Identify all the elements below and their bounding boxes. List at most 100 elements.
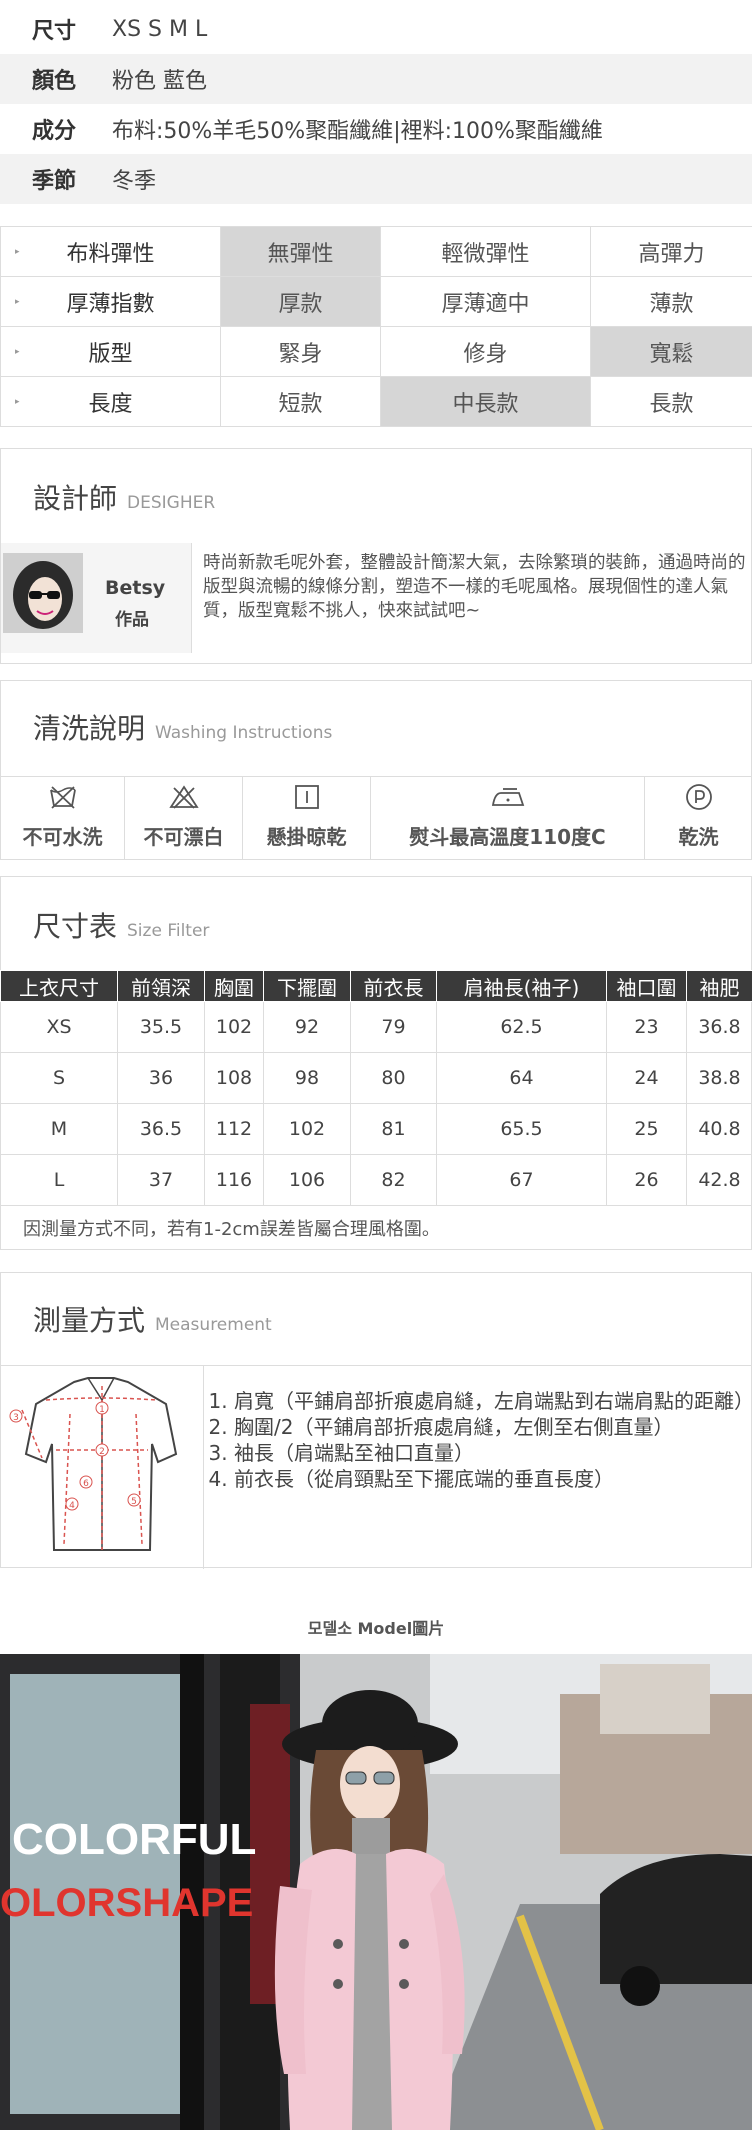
attr-key: 成分 [32,119,77,144]
designer-tag: 作品 [115,610,149,630]
table-cell: 36 [117,1052,205,1104]
feature-option: 高彈力 [590,226,752,277]
table-cell: 40.8 [686,1103,752,1155]
measurement-diagram: 1 2 3 4 5 6 [9,1377,178,1551]
feature-label: ▸ 長度 [0,376,221,427]
designer-section: 設計師 DESIGHER Betsy 作品 時尚新款毛呢外套，整體設計簡潔大氣，去… [0,448,752,664]
table-cell: 82 [350,1154,437,1206]
feature-option: 修身 [380,326,591,377]
attr-value: XS S M L [112,16,208,42]
feature-row-thickness: ▸ 厚薄指數 厚款 厚薄適中 薄款 [0,276,752,327]
feature-row-elasticity: ▸ 布料彈性 無彈性 輕微彈性 高彈力 [0,226,752,277]
list-item: 肩寬（平鋪肩部折痕處肩縫，左肩端點到右端肩點的距離） [234,1388,752,1414]
washing-icons-table: 不可水洗 不可漂白 懸掛晾乾 熨斗最高溫度110度C 乾洗 [0,776,752,860]
section-title: 測量方式 Measurement [33,1304,272,1337]
attr-row-season: 季節 冬季 [0,154,752,204]
diagram-marker-label: 6 [83,1479,89,1489]
designer-name: Betsy [105,577,166,599]
section-subtitle: Washing Instructions [155,723,333,743]
section-title: 尺寸表 Size Filter [33,910,210,943]
iron-icon [491,788,524,806]
section-subtitle: Size Filter [127,921,210,941]
table-cell: 102 [204,1001,264,1053]
bullet-arrow-icon: ▸ [15,347,20,357]
wash-label: 懸掛晾乾 [266,825,347,849]
section-subtitle: Measurement [155,1315,272,1335]
feature-option: 寬鬆 [590,326,752,377]
table-cell: 106 [263,1154,351,1206]
column-header: 肩袖長(袖子) [436,970,607,1002]
table-cell: 26 [606,1154,687,1206]
attr-row-material: 成分 布料:50%羊毛50%聚酯纖維|裡料:100%聚酯纖維 [0,104,752,154]
attr-row-color: 顏色 粉色 藍色 [0,54,752,104]
attr-value: 冬季 [112,169,157,194]
designer-avatar [3,553,83,633]
table-cell: 42.8 [686,1154,752,1206]
size-header-row: 上衣尺寸 前領深 胸圍 下擺圍 前衣長 肩袖長(袖子) 袖口圍 袖肥 [0,970,752,1002]
attr-key: 尺寸 [32,19,77,44]
feature-row-length: ▸ 長度 短款 中長款 長款 [0,376,752,427]
diagram-marker-label: 2 [99,1447,105,1457]
model-photo: COLORFUL OLORSHAPE [0,1654,752,2130]
table-row: XS 35.5 102 92 79 62.5 23 36.8 [0,1001,752,1053]
no-wash-icon [49,786,76,809]
attr-key: 顏色 [32,69,77,94]
table-cell: 36.8 [686,1001,752,1053]
table-cell: 62.5 [436,1001,607,1053]
wash-item: 懸掛晾乾 [242,776,371,860]
section-title: 清洗說明 Washing Instructions [33,712,333,745]
table-cell: 80 [350,1052,437,1104]
table-cell: 38.8 [686,1052,752,1104]
feature-option: 厚薄適中 [380,276,591,327]
feature-label: ▸ 厚薄指數 [0,276,221,327]
measurement-list: 肩寬（平鋪肩部折痕處肩縫，左肩端點到右端肩點的距離） 胸圍/2（平鋪肩部折痕處肩… [208,1388,752,1492]
bullet-arrow-icon: ▸ [15,297,20,307]
table-cell: 116 [204,1154,264,1206]
wash-item: 熨斗最高溫度110度C [370,776,645,860]
no-bleach-icon [168,785,199,809]
table-row: L 37 116 106 82 67 26 42.8 [0,1154,752,1206]
attr-row-size: 尺寸 XS S M L [0,4,752,54]
diagram-marker-label: 4 [69,1501,75,1511]
table-cell: 36.5 [117,1103,205,1155]
diagram-marker-label: 5 [131,1497,137,1507]
divider [203,1365,204,1569]
feature-option: 輕微彈性 [380,226,591,277]
bullet-arrow-icon: ▸ [15,397,20,407]
list-item: 前衣長（從肩頸點至下擺底端的垂直長度） [234,1466,752,1492]
table-cell: 79 [350,1001,437,1053]
dry-clean-icon [685,784,712,810]
feature-option: 中長款 [380,376,591,427]
table-cell: 98 [263,1052,351,1104]
feature-option: 無彈性 [220,226,381,277]
designer-description: 時尚新款毛呢外套，整體設計簡潔大氣，去除繁瑣的裝飾，通過時尚的版型與流暢的線條分… [203,553,746,621]
feature-option: 厚款 [220,276,381,327]
feature-label: ▸ 布料彈性 [0,226,221,277]
wash-item: 不可漂白 [124,776,243,860]
wash-label: 乾洗 [678,825,719,849]
column-header: 袖口圍 [606,970,687,1002]
feature-label: ▸ 版型 [0,326,221,377]
table-cell: M [0,1103,118,1155]
table-cell: 23 [606,1001,687,1053]
table-row: M 36.5 112 102 81 65.5 25 40.8 [0,1103,752,1155]
table-cell: 37 [117,1154,205,1206]
feature-option: 短款 [220,376,381,427]
table-cell: 67 [436,1154,607,1206]
column-header: 上衣尺寸 [0,970,118,1002]
table-cell: 81 [350,1103,437,1155]
table-cell: 65.5 [436,1103,607,1155]
table-row: S 36 108 98 80 64 24 38.8 [0,1052,752,1104]
table-cell: 24 [606,1052,687,1104]
divider [1,1365,751,1366]
column-header: 前衣長 [350,970,437,1002]
feature-option: 緊身 [220,326,381,377]
attr-value: 粉色 藍色 [112,69,207,94]
feature-option: 長款 [590,376,752,427]
table-cell: 108 [204,1052,264,1104]
size-table: 上衣尺寸 前領深 胸圍 下擺圍 前衣長 肩袖長(袖子) 袖口圍 袖肥 XS 35.… [0,970,752,1206]
column-header: 袖肥 [686,970,752,1002]
table-cell: 25 [606,1103,687,1155]
column-header: 胸圍 [204,970,264,1002]
diagram-marker-label: 1 [99,1405,105,1415]
